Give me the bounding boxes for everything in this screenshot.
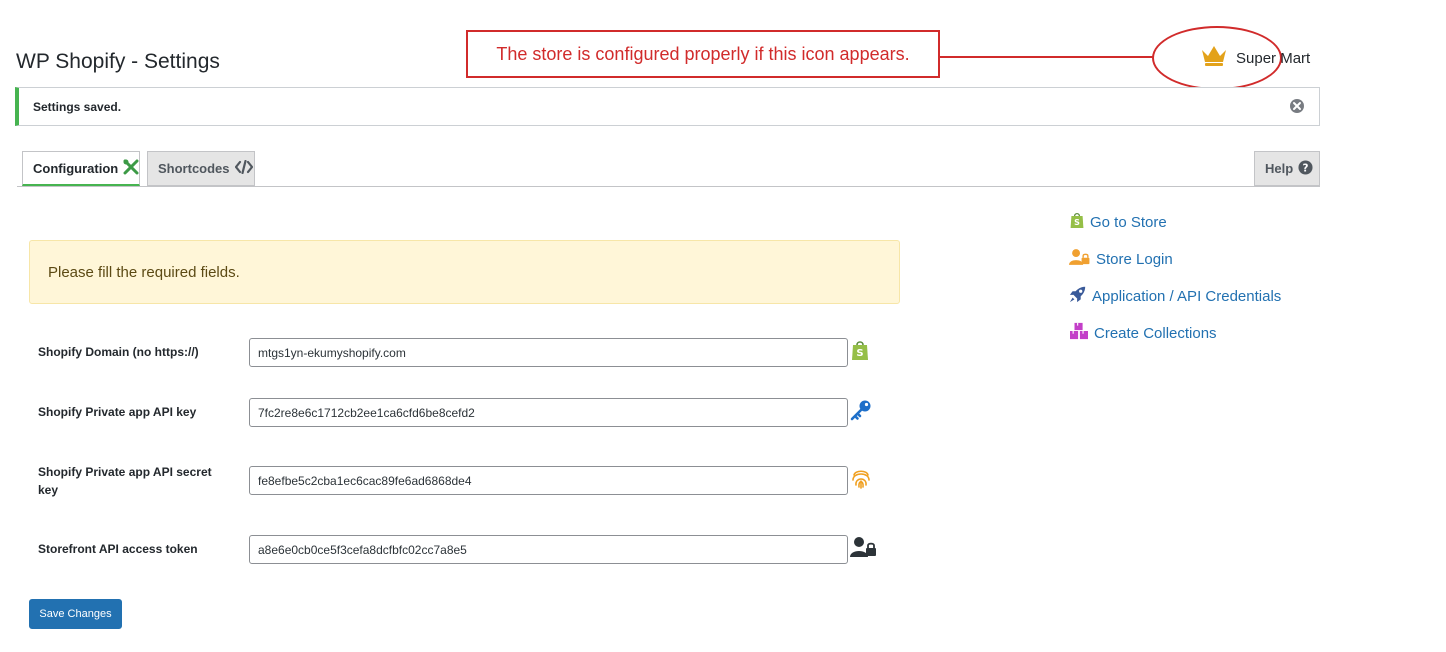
fingerprint-icon xyxy=(850,467,872,494)
go-to-store-link[interactable]: S Go to Store xyxy=(1069,211,1167,233)
save-changes-button[interactable]: Save Changes xyxy=(29,599,122,629)
api-secret-key-label: Shopify Private app API secret key xyxy=(38,465,212,497)
api-secret-key-input[interactable] xyxy=(249,466,848,495)
tools-icon xyxy=(123,159,139,178)
create-collections-label: Create Collections xyxy=(1094,324,1217,342)
svg-text:?: ? xyxy=(1303,162,1309,174)
user-lock-icon xyxy=(850,536,878,563)
store-login-link[interactable]: Store Login xyxy=(1069,248,1173,270)
boxes-icon xyxy=(1069,322,1089,344)
api-credentials-link[interactable]: Application / API Credentials xyxy=(1069,285,1281,307)
tab-configuration-label: Configuration xyxy=(33,160,119,176)
annotation-text: The store is configured properly if this… xyxy=(496,43,910,64)
crown-icon xyxy=(1200,44,1228,73)
help-label: Help xyxy=(1265,161,1294,176)
shopify-bag-icon: S xyxy=(850,339,870,366)
create-collections-link[interactable]: Create Collections xyxy=(1069,322,1217,344)
tab-configuration[interactable]: Configuration xyxy=(22,151,140,186)
required-fields-warning: Please fill the required fields. xyxy=(29,240,900,304)
api-key-input[interactable] xyxy=(249,398,848,427)
code-icon xyxy=(234,159,253,177)
close-circle-icon[interactable] xyxy=(1289,98,1305,119)
settings-saved-notice: Settings saved. xyxy=(15,87,1320,126)
tab-shortcodes-label: Shortcodes xyxy=(158,161,230,176)
key-icon xyxy=(850,399,872,426)
tab-shortcodes[interactable]: Shortcodes xyxy=(147,151,255,186)
annotation-connector-line xyxy=(940,56,1154,58)
api-key-label: Shopify Private app API key xyxy=(38,405,197,419)
warning-text: Please fill the required fields. xyxy=(48,263,240,281)
store-name: Super Mart xyxy=(1236,50,1311,67)
annotation-callout: The store is configured properly if this… xyxy=(466,30,940,78)
shopify-domain-label: Shopify Domain (no https://) xyxy=(38,345,199,359)
rocket-icon xyxy=(1069,285,1087,307)
tabs-divider xyxy=(17,186,1320,187)
page-title: WP Shopify - Settings xyxy=(16,50,220,73)
user-lock-icon xyxy=(1069,248,1091,270)
help-button[interactable]: Help ? xyxy=(1254,151,1320,186)
storefront-token-input[interactable] xyxy=(249,535,848,564)
api-credentials-label: Application / API Credentials xyxy=(1092,287,1282,305)
notice-text: Settings saved. xyxy=(33,99,122,114)
store-badge: Super Mart xyxy=(1200,44,1310,73)
question-circle-icon: ? xyxy=(1298,159,1313,178)
go-to-store-label: Go to Store xyxy=(1090,213,1167,231)
shopify-domain-input[interactable] xyxy=(249,338,848,367)
svg-text:S: S xyxy=(856,348,863,359)
store-login-label: Store Login xyxy=(1096,250,1173,268)
shopify-bag-icon: S xyxy=(1069,211,1085,233)
storefront-token-label: Storefront API access token xyxy=(38,542,198,556)
svg-text:S: S xyxy=(1074,218,1080,227)
